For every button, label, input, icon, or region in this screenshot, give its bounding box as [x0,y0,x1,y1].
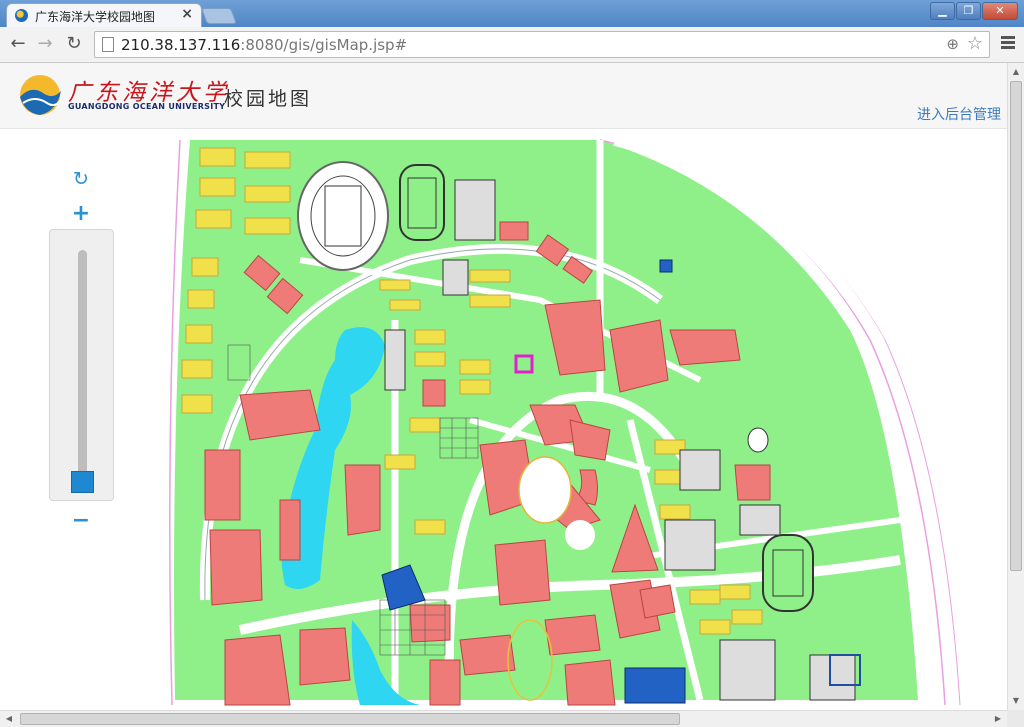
tab-title: 广东海洋大学校园地图 [35,10,156,24]
back-button[interactable]: ← [6,33,30,57]
horizontal-scroll-thumb[interactable] [20,713,680,725]
star-icon[interactable]: ☆ [967,33,983,54]
browser-tab[interactable]: 广东海洋大学校园地图 × [6,3,202,27]
logo-english-name: GUANGDONG OCEAN UNIVERSITY [68,102,226,111]
address-bar[interactable]: 210.38.137.116:8080/gis/gisMap.jsp# ⊕ ☆ [94,31,990,58]
url-host: 210.38.137.116 [121,36,241,54]
favicon-icon [15,9,28,22]
browser-toolbar: ← → ↻ 210.38.137.116:8080/gis/gisMap.jsp… [0,27,1024,63]
vertical-scrollbar[interactable]: ▲ ▼ [1007,63,1024,710]
zoom-icon[interactable]: ⊕ [946,35,959,53]
campus-map[interactable] [0,130,1007,710]
browser-window: 广东海洋大学校园地图 × ▁ ❐ ✕ ← → ↻ 210.38.137.116:… [0,0,1024,727]
menu-icon[interactable] [998,34,1018,54]
scrollbar-corner [1007,710,1024,727]
horizontal-scrollbar[interactable]: ◀ ▶ [0,710,1007,727]
page-title: 校园地图 [224,88,313,110]
url-text[interactable]: 210.38.137.116:8080/gis/gisMap.jsp# [121,36,407,54]
zoom-slider-handle[interactable] [71,471,94,493]
scroll-left-icon[interactable]: ◀ [4,714,14,724]
scroll-up-icon[interactable]: ▲ [1011,67,1021,77]
forward-button[interactable]: → [33,33,57,57]
scroll-down-icon[interactable]: ▼ [1011,696,1021,706]
title-bar: 广东海洋大学校园地图 × ▁ ❐ ✕ [0,0,1024,27]
vertical-scroll-thumb[interactable] [1010,81,1022,571]
close-window-button[interactable]: ✕ [982,2,1018,20]
zoom-slider-track[interactable] [78,250,87,490]
page-header: 广东海洋大学 GUANGDONG OCEAN UNIVERSITY 校园地图 进… [0,63,1007,129]
zoom-slider[interactable] [49,229,114,501]
refresh-icon[interactable]: ↻ [70,168,92,190]
tab-close-icon[interactable]: × [181,6,193,22]
minimize-button[interactable]: ▁ [930,2,955,20]
scroll-right-icon[interactable]: ▶ [993,714,1003,724]
zoom-in-button[interactable]: + [70,203,92,225]
zoom-out-button[interactable]: − [70,510,92,532]
url-path: :8080/gis/gisMap.jsp# [240,36,408,54]
university-logo-icon [20,75,61,115]
new-tab-button[interactable] [201,8,237,24]
page-icon [102,37,114,52]
admin-link[interactable]: 进入后台管理 [917,104,1001,124]
reload-button[interactable]: ↻ [62,33,86,57]
campus-map-image[interactable] [0,130,1007,710]
maximize-button[interactable]: ❐ [956,2,981,20]
